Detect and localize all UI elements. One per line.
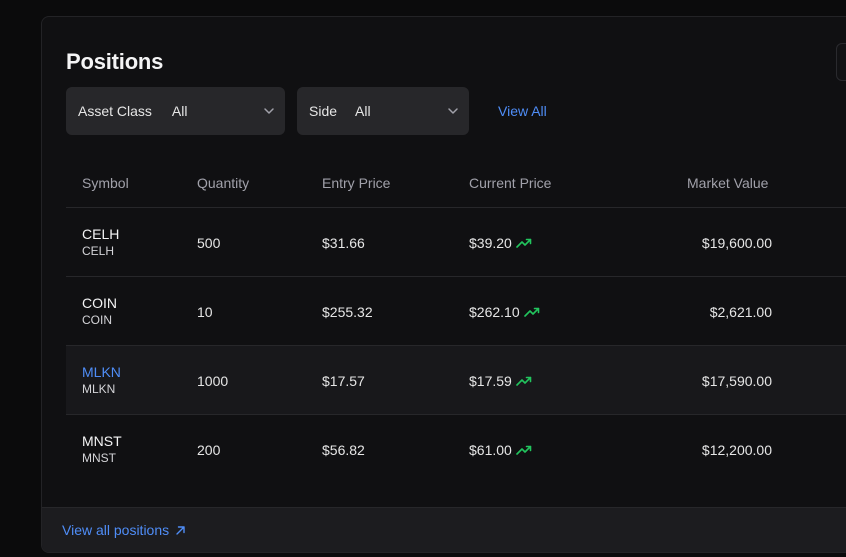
quantity-cell: 500	[197, 235, 221, 251]
asset-class-label: Asset Class	[78, 103, 152, 119]
trending-up-icon	[516, 445, 532, 455]
entry-price-cell: $31.66	[322, 235, 365, 251]
current-price-value: $39.20	[469, 235, 512, 251]
positions-card: Positions Asset Class All Side All View …	[41, 16, 846, 553]
column-header-market-value[interactable]: Market Value	[687, 175, 768, 191]
market-value-cell: $2,621.00	[709, 304, 772, 320]
current-price-value: $262.10	[469, 304, 520, 320]
column-header-current-price[interactable]: Current Price	[469, 175, 551, 191]
chevron-down-icon	[264, 108, 274, 114]
market-value-cell: $19,600.00	[701, 235, 772, 251]
quantity-cell: 10	[197, 304, 213, 320]
symbol-subtext: MLKN	[82, 382, 116, 396]
side-filter[interactable]: Side All	[297, 87, 469, 135]
symbol-cell[interactable]: MLKN	[82, 364, 121, 380]
trending-up-icon	[516, 238, 532, 248]
current-price-cell: $17.59	[469, 373, 532, 389]
side-value: All	[355, 103, 371, 119]
column-header-symbol[interactable]: Symbol	[82, 175, 129, 191]
view-all-link[interactable]: View All	[498, 103, 547, 119]
table-row[interactable]: COIN COIN 10 $255.32 $262.10 $2,621.00	[66, 277, 846, 346]
symbol-subtext: CELH	[82, 244, 115, 258]
table-row[interactable]: MNST MNST 200 $56.82 $61.00 $12,200.00	[66, 415, 846, 484]
current-price-cell: $61.00	[469, 442, 532, 458]
asset-class-filter[interactable]: Asset Class All	[66, 87, 285, 135]
symbol-cell[interactable]: COIN	[82, 295, 117, 311]
column-header-quantity[interactable]: Quantity	[197, 175, 249, 191]
market-value-cell: $12,200.00	[701, 442, 772, 458]
symbol-subtext: COIN	[82, 313, 112, 327]
current-price-cell: $39.20	[469, 235, 532, 251]
arrow-up-right-icon	[176, 525, 185, 535]
view-all-positions-label: View all positions	[62, 522, 170, 538]
table-row[interactable]: MLKN MLKN 1000 $17.57 $17.59 $17,590.00	[66, 346, 846, 415]
page-title: Positions	[66, 49, 164, 74]
symbol-cell[interactable]: CELH	[82, 226, 119, 242]
side-label: Side	[309, 103, 338, 119]
current-price-cell: $262.10	[469, 304, 540, 320]
asset-class-value: All	[171, 103, 188, 119]
column-header-entry-price[interactable]: Entry Price	[322, 175, 390, 191]
quantity-cell: 200	[197, 442, 221, 458]
entry-price-cell: $255.32	[322, 304, 373, 320]
quantity-cell: 1000	[197, 373, 229, 389]
symbol-subtext: MNST	[82, 451, 116, 465]
view-all-positions-link[interactable]: View all positions	[62, 522, 186, 538]
table-row[interactable]: CELH CELH 500 $31.66 $39.20 $19,600.00	[66, 208, 846, 277]
entry-price-cell: $56.82	[322, 442, 365, 458]
symbol-cell[interactable]: MNST	[82, 433, 122, 449]
trending-up-icon	[523, 307, 539, 317]
current-price-value: $61.00	[469, 442, 512, 458]
card-action-button[interactable]	[836, 43, 846, 81]
card-footer: View all positions	[42, 507, 846, 552]
trending-up-icon	[516, 376, 532, 386]
market-value-cell: $17,590.00	[701, 373, 772, 389]
chevron-down-icon	[448, 108, 458, 114]
current-price-value: $17.59	[469, 373, 512, 389]
entry-price-cell: $17.57	[322, 373, 365, 389]
